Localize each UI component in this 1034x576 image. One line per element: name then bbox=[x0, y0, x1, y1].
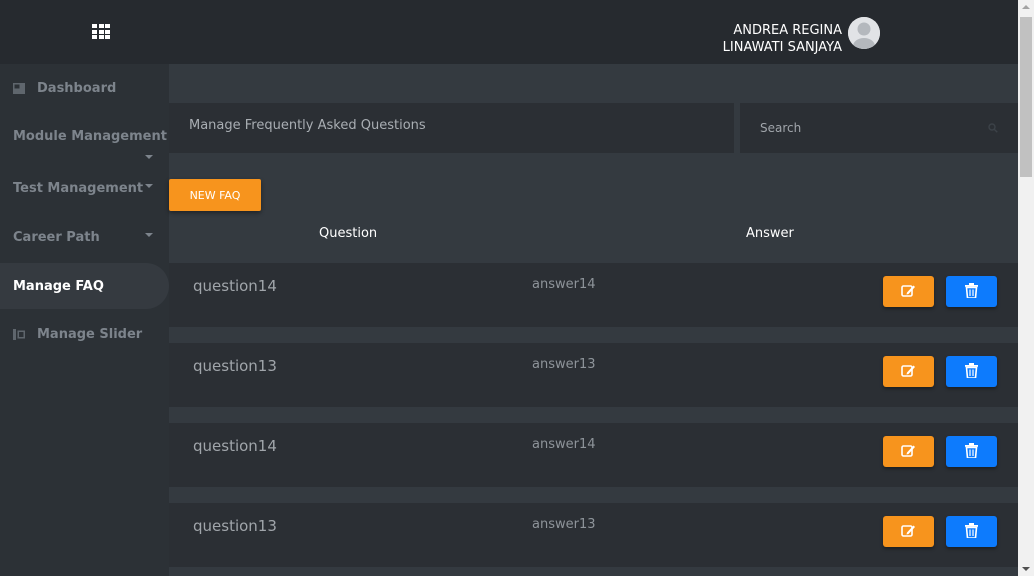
edit-icon bbox=[901, 445, 915, 457]
user-name-line2: LINAWATI SANJAYA bbox=[722, 40, 842, 55]
main-content: Manage Frequently Asked Questions NEW FA… bbox=[169, 64, 1018, 576]
edit-icon bbox=[901, 365, 915, 377]
scroll-up-arrow-icon[interactable] bbox=[1022, 5, 1030, 9]
delete-button[interactable] bbox=[946, 436, 997, 467]
table-row: question13 answer13 bbox=[169, 343, 1018, 407]
search-box bbox=[740, 103, 1018, 153]
trash-icon bbox=[965, 363, 978, 378]
faq-answer: answer14 bbox=[532, 437, 596, 452]
search-input[interactable] bbox=[740, 103, 1018, 153]
page-title: Manage Frequently Asked Questions bbox=[189, 118, 426, 133]
delete-button[interactable] bbox=[946, 516, 997, 547]
trash-icon bbox=[965, 523, 978, 538]
page-title-box: Manage Frequently Asked Questions bbox=[169, 103, 734, 153]
sidebar-item-label: Manage Slider bbox=[37, 327, 143, 342]
sidebar-item-label: Manage FAQ bbox=[13, 279, 104, 294]
delete-button[interactable] bbox=[946, 356, 997, 387]
sidebar-item-career-path[interactable]: Career Path bbox=[0, 214, 169, 260]
faq-question: question14 bbox=[193, 277, 277, 295]
top-bar: ANDREA REGINA LINAWATI SANJAYA bbox=[0, 0, 1018, 64]
chevron-down-icon bbox=[145, 233, 153, 237]
grid-menu-icon[interactable] bbox=[92, 24, 110, 39]
trash-icon bbox=[965, 443, 978, 458]
sidebar-item-label: Dashboard bbox=[37, 81, 117, 96]
user-name[interactable]: ANDREA REGINA LINAWATI SANJAYA bbox=[622, 22, 842, 56]
edit-button[interactable] bbox=[883, 516, 934, 547]
delete-button[interactable] bbox=[946, 276, 997, 307]
chevron-down-icon bbox=[145, 155, 153, 159]
faq-question: question13 bbox=[193, 517, 277, 535]
sidebar-item-module-management[interactable]: Module Management bbox=[0, 113, 169, 159]
column-header-question: Question bbox=[319, 226, 378, 241]
sidebar: Dashboard Module Management Test Managem… bbox=[0, 64, 169, 576]
search-icon[interactable] bbox=[988, 123, 998, 133]
sidebar-item-dashboard[interactable]: Dashboard bbox=[0, 65, 169, 111]
faq-answer: answer13 bbox=[532, 517, 596, 532]
sidebar-item-label: Test Management bbox=[13, 181, 144, 196]
sidebar-item-label: Career Path bbox=[13, 230, 100, 245]
sidebar-item-manage-faq[interactable]: Manage FAQ bbox=[0, 263, 169, 309]
faq-answer: answer13 bbox=[532, 357, 596, 372]
edit-button[interactable] bbox=[883, 356, 934, 387]
table-row: question14 answer14 bbox=[169, 423, 1018, 487]
edit-icon bbox=[901, 525, 915, 537]
vertical-scrollbar[interactable] bbox=[1018, 0, 1034, 576]
new-faq-button[interactable]: NEW FAQ bbox=[169, 179, 261, 211]
column-header-answer: Answer bbox=[746, 226, 794, 241]
edit-button[interactable] bbox=[883, 276, 934, 307]
chevron-down-icon bbox=[145, 184, 153, 188]
sidebar-item-test-management[interactable]: Test Management bbox=[0, 165, 169, 211]
scrollbar-thumb[interactable] bbox=[1020, 17, 1032, 177]
edit-icon bbox=[901, 285, 915, 297]
edit-button[interactable] bbox=[883, 436, 934, 467]
faq-question: question13 bbox=[193, 357, 277, 375]
faq-question: question14 bbox=[193, 437, 277, 455]
trash-icon bbox=[965, 283, 978, 298]
user-name-line1: ANDREA REGINA bbox=[733, 23, 842, 38]
scroll-down-arrow-icon[interactable] bbox=[1022, 567, 1030, 571]
user-avatar-icon[interactable] bbox=[848, 17, 880, 49]
sidebar-item-label: Module Management bbox=[13, 129, 167, 144]
faq-answer: answer14 bbox=[532, 277, 596, 292]
sidebar-item-manage-slider[interactable]: Manage Slider bbox=[0, 311, 169, 357]
table-row: question13 answer13 bbox=[169, 503, 1018, 567]
slider-icon bbox=[13, 329, 25, 340]
dashboard-icon bbox=[13, 83, 25, 94]
table-row: question14 answer14 bbox=[169, 263, 1018, 327]
